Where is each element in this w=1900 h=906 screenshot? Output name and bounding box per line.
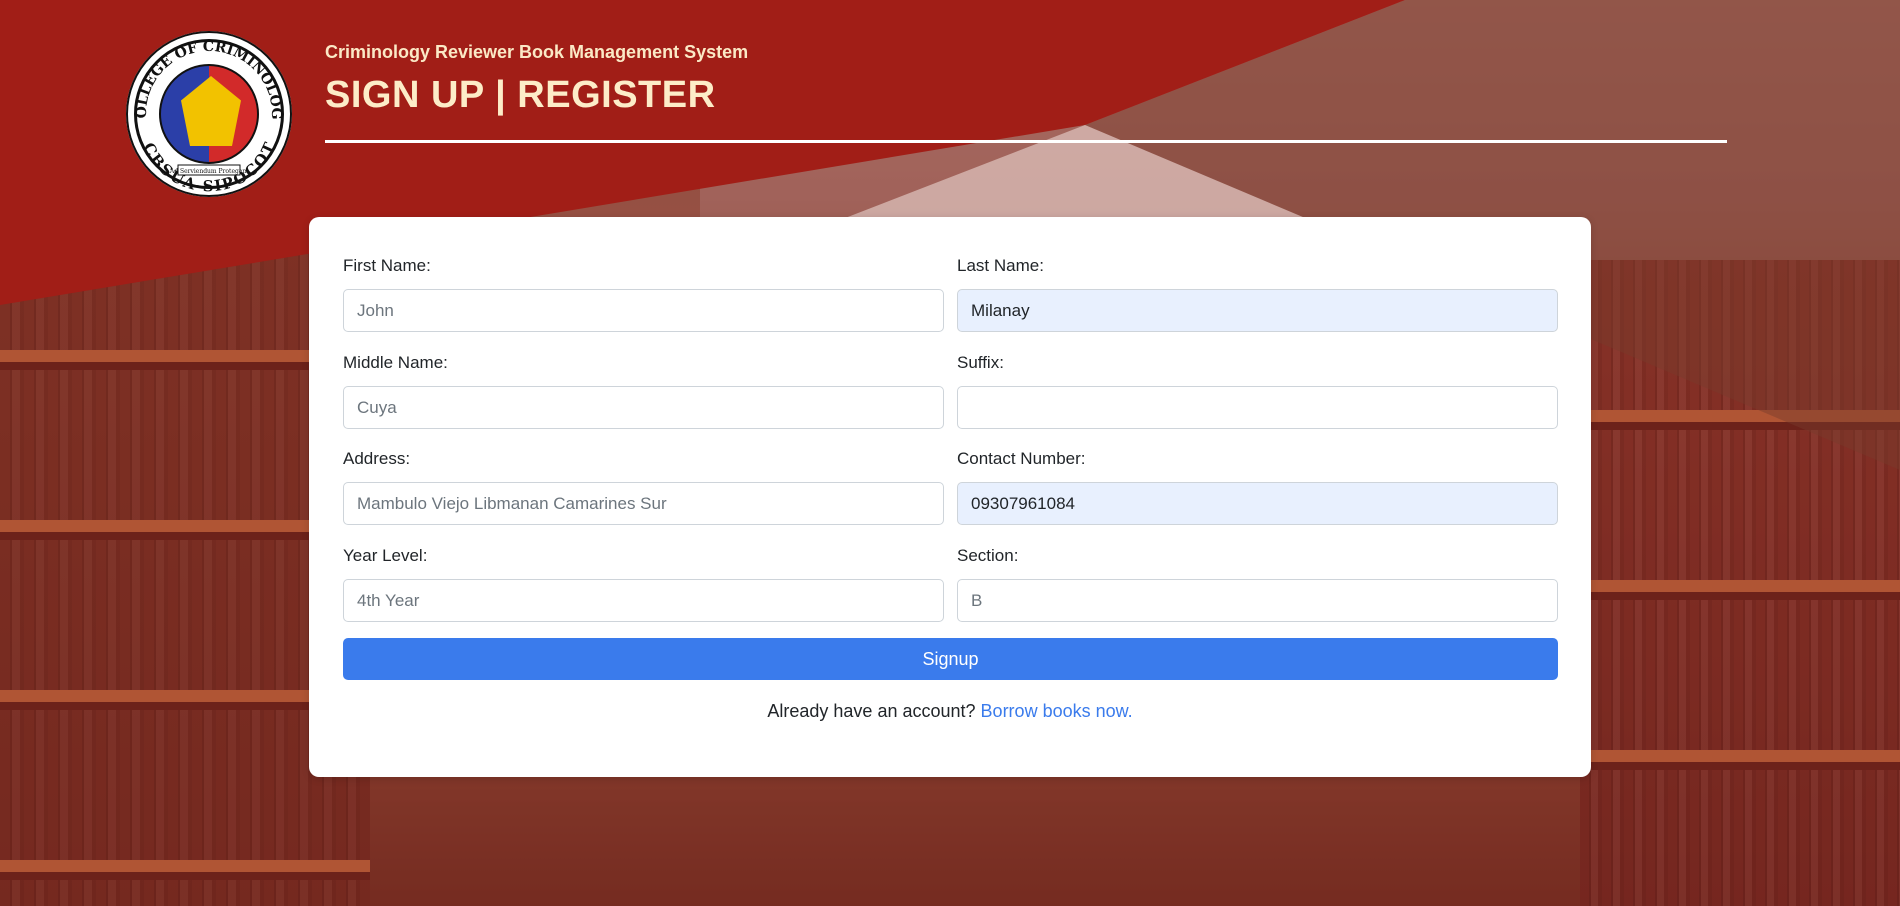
contact-number-group: Contact Number: — [957, 449, 1558, 525]
address-input[interactable] — [343, 482, 944, 525]
year-level-input[interactable] — [343, 579, 944, 622]
section-label: Section: — [957, 546, 1019, 565]
seal-top-text: COLLEGE OF CRIMINOLOGY — [126, 31, 284, 120]
last-name-label: Last Name: — [957, 256, 1044, 275]
borrow-books-link[interactable]: Borrow books now. — [981, 701, 1133, 721]
signup-button[interactable]: Signup — [343, 638, 1558, 680]
suffix-label: Suffix: — [957, 353, 1004, 372]
login-prompt-text: Already have an account? — [767, 701, 976, 721]
address-group: Address: — [343, 449, 944, 525]
seal-motto: Ad Serviendum Protegam — [169, 168, 249, 175]
middle-name-input[interactable] — [343, 386, 944, 429]
seal-lettering: COLLEGE OF CRIMINOLOGY CBSUA-SIPOCOT Ad … — [126, 31, 284, 195]
middle-name-group: Middle Name: — [343, 353, 944, 429]
page-title: SIGN UP | REGISTER — [325, 74, 716, 116]
first-name-label: First Name: — [343, 256, 431, 275]
last-name-group: Last Name: — [957, 256, 1558, 332]
last-name-input[interactable] — [957, 289, 1558, 332]
system-subtitle: Criminology Reviewer Book Management Sys… — [325, 42, 749, 62]
suffix-group: Suffix: — [957, 353, 1558, 429]
svg-text:COLLEGE OF CRIMINOLOGY: COLLEGE OF CRIMINOLOGY — [126, 31, 284, 120]
section-input[interactable] — [957, 579, 1558, 622]
signup-form-card: First Name: Last Name: Middle Name: Suff… — [309, 217, 1591, 777]
contact-number-label: Contact Number: — [957, 449, 1086, 468]
contact-number-input[interactable] — [957, 482, 1558, 525]
year-level-label: Year Level: — [343, 546, 428, 565]
middle-name-label: Middle Name: — [343, 353, 448, 372]
title-divider — [325, 140, 1727, 143]
login-prompt: Already have an account? Borrow books no… — [309, 701, 1591, 722]
year-level-group: Year Level: — [343, 546, 944, 622]
suffix-input[interactable] — [957, 386, 1558, 429]
first-name-group: First Name: — [343, 256, 944, 332]
college-seal-logo: COLLEGE OF CRIMINOLOGY CBSUA-SIPOCOT Ad … — [126, 31, 292, 197]
first-name-input[interactable] — [343, 289, 944, 332]
address-label: Address: — [343, 449, 411, 468]
section-group: Section: — [957, 546, 1558, 622]
